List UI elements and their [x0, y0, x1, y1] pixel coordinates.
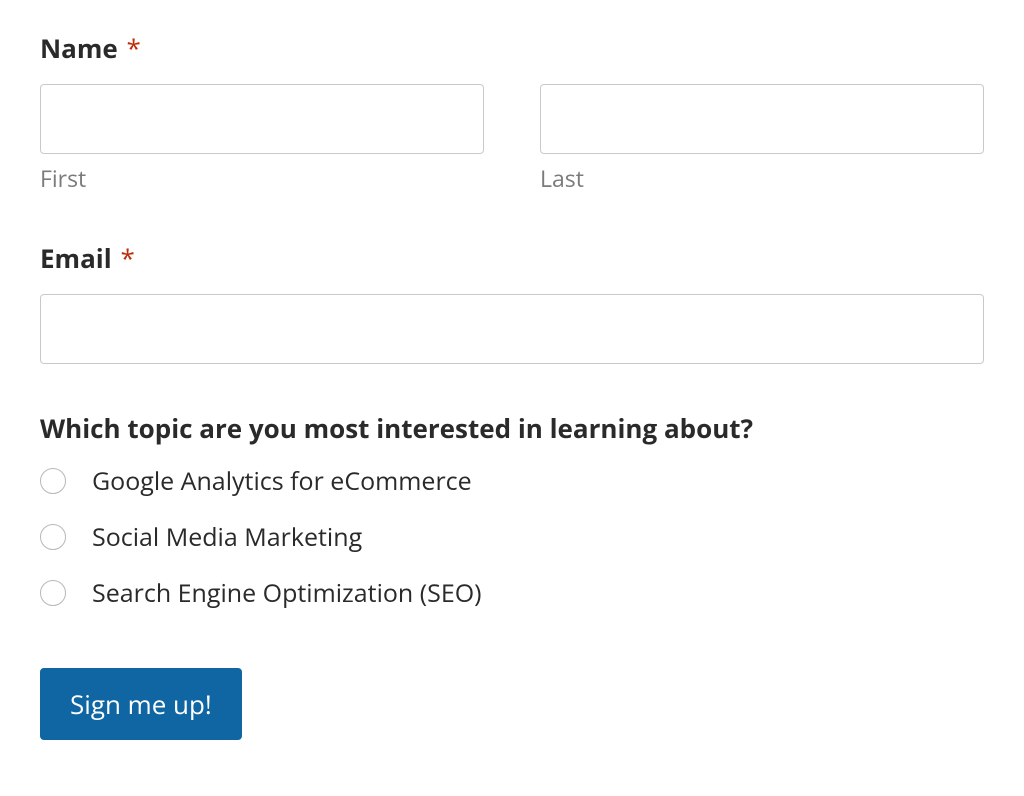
radio-icon	[40, 468, 66, 494]
name-label: Name *	[40, 30, 984, 66]
topic-question: Which topic are you most interested in l…	[40, 410, 984, 446]
last-name-sublabel: Last	[540, 162, 984, 194]
name-label-text: Name	[40, 30, 118, 66]
topic-option-label: Search Engine Optimization (SEO)	[92, 576, 482, 610]
topic-option-social[interactable]: Social Media Marketing	[40, 520, 984, 554]
first-name-column: First	[40, 84, 484, 194]
first-name-input[interactable]	[40, 84, 484, 154]
first-name-sublabel: First	[40, 162, 484, 194]
email-label: Email *	[40, 240, 984, 276]
required-asterisk-icon: *	[120, 240, 134, 276]
topic-option-label: Google Analytics for eCommerce	[92, 464, 472, 498]
topic-option-analytics[interactable]: Google Analytics for eCommerce	[40, 464, 984, 498]
name-row: First Last	[40, 84, 984, 194]
last-name-column: Last	[540, 84, 984, 194]
email-label-text: Email	[40, 240, 112, 276]
name-field-group: Name * First Last	[40, 30, 984, 194]
required-asterisk-icon: *	[127, 30, 141, 66]
signup-form: Name * First Last Email * Which topic ar…	[40, 30, 984, 740]
topic-radio-list: Google Analytics for eCommerce Social Me…	[40, 464, 984, 610]
email-field-group: Email *	[40, 240, 984, 364]
topic-option-label: Social Media Marketing	[92, 520, 362, 554]
submit-button[interactable]: Sign me up!	[40, 668, 242, 740]
topic-option-seo[interactable]: Search Engine Optimization (SEO)	[40, 576, 984, 610]
radio-icon	[40, 524, 66, 550]
last-name-input[interactable]	[540, 84, 984, 154]
email-input[interactable]	[40, 294, 984, 364]
topic-field-group: Which topic are you most interested in l…	[40, 410, 984, 610]
radio-icon	[40, 580, 66, 606]
submit-row: Sign me up!	[40, 668, 984, 740]
